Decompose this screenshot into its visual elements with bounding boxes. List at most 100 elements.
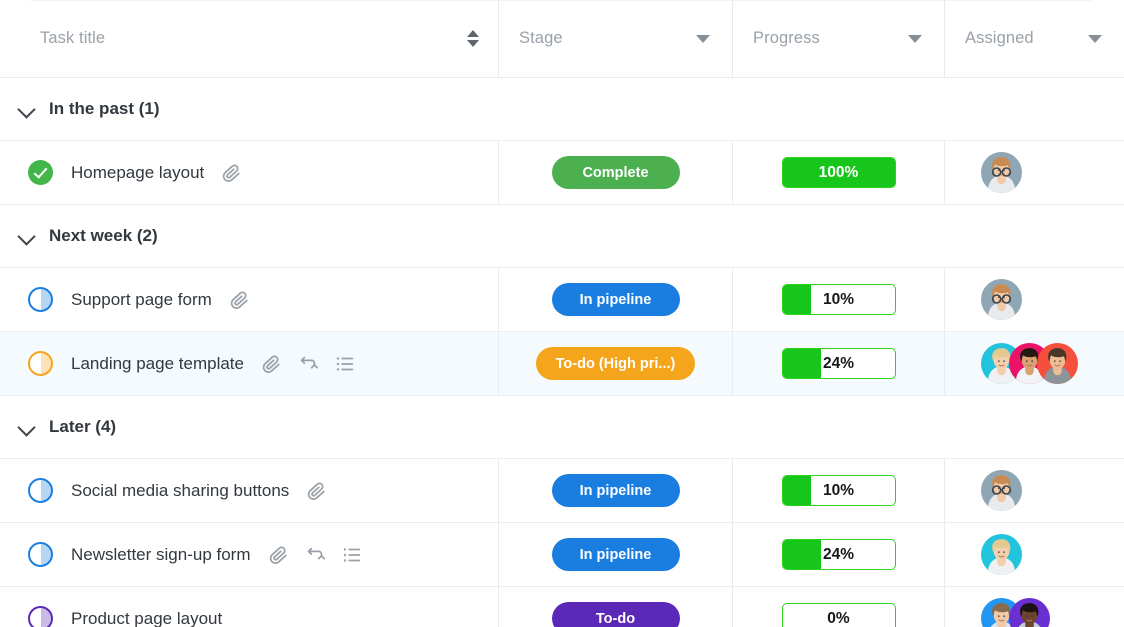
progress-value-label: 0% xyxy=(827,609,850,627)
stage-badge[interactable]: In pipeline xyxy=(551,538,680,571)
stage-cell: Complete xyxy=(498,141,732,204)
progress-cell: 10% xyxy=(732,268,944,331)
task-meta-icons xyxy=(220,162,242,184)
progress-cell: 24% xyxy=(732,523,944,586)
stage-badge[interactable]: In pipeline xyxy=(551,283,680,316)
table-body: In the past (1) Homepage layout Complete 10… xyxy=(0,78,1124,627)
task-title-label: Newsletter sign-up form xyxy=(71,544,251,564)
column-header-assigned[interactable]: Assigned xyxy=(944,0,1124,77)
chevron-down-icon[interactable] xyxy=(696,34,710,43)
progress-bar[interactable]: 100% xyxy=(781,157,896,188)
chevron-down-icon[interactable] xyxy=(12,222,40,250)
progress-bar[interactable]: 24% xyxy=(781,539,896,570)
attachment-icon[interactable] xyxy=(220,162,242,184)
attachment-icon[interactable] xyxy=(305,480,327,502)
repeat-icon[interactable] xyxy=(304,544,326,566)
task-title-label: Support page form xyxy=(71,289,212,309)
task-title-cell: Support page form xyxy=(0,268,498,331)
assigned-cell xyxy=(944,587,1124,627)
column-header-stage[interactable]: Stage xyxy=(498,0,732,77)
assigned-cell xyxy=(944,459,1124,522)
table-row[interactable]: Support page form In pipeline 10% xyxy=(0,268,1124,332)
task-status-icon[interactable] xyxy=(28,542,53,567)
progress-value-label: 10% xyxy=(822,290,855,308)
progress-cell: 10% xyxy=(732,459,944,522)
task-meta-icons xyxy=(267,544,363,566)
stage-badge[interactable]: In pipeline xyxy=(551,474,680,507)
progress-bar[interactable]: 24% xyxy=(781,348,896,379)
stage-badge[interactable]: To-do (High pri...) xyxy=(535,347,696,380)
assigned-cell xyxy=(944,332,1124,395)
group-header[interactable]: Next week (2) xyxy=(0,205,1124,268)
chevron-down-icon[interactable] xyxy=(12,413,40,441)
avatar[interactable] xyxy=(981,470,1022,511)
chevron-down-icon[interactable] xyxy=(908,34,922,43)
stage-cell: To-do (High pri...) xyxy=(498,332,732,395)
table-row[interactable]: Landing page template To-do (High pri...)… xyxy=(0,332,1124,396)
chevron-down-icon[interactable] xyxy=(12,95,40,123)
stage-badge[interactable]: Complete xyxy=(551,156,680,189)
progress-cell: 24% xyxy=(732,332,944,395)
progress-value-label: 24% xyxy=(822,545,855,563)
column-header-progress-label: Progress xyxy=(753,29,820,47)
progress-bar[interactable]: 10% xyxy=(781,475,896,506)
checklist-icon[interactable] xyxy=(341,544,363,566)
progress-value-label: 100% xyxy=(818,163,859,181)
avatar-group xyxy=(981,343,1078,384)
avatar-group xyxy=(981,534,1022,575)
table-row[interactable]: Product page layout To-do 0% xyxy=(0,587,1124,627)
column-header-task-title-label: Task title xyxy=(40,29,106,47)
stage-cell: In pipeline xyxy=(498,268,732,331)
task-status-icon[interactable] xyxy=(28,287,53,312)
attachment-icon[interactable] xyxy=(260,353,282,375)
task-status-icon[interactable] xyxy=(28,351,53,376)
table-row[interactable]: Homepage layout Complete 100% xyxy=(0,141,1124,205)
task-title-label: Social media sharing buttons xyxy=(71,480,290,500)
task-status-icon[interactable] xyxy=(28,478,53,503)
task-title-label: Homepage layout xyxy=(71,162,205,182)
task-title-cell: Product page layout xyxy=(0,587,498,627)
assigned-cell xyxy=(944,523,1124,586)
chevron-down-icon[interactable] xyxy=(1088,34,1102,43)
group-header-label: Later (4) xyxy=(49,417,117,436)
progress-bar[interactable]: 0% xyxy=(781,603,896,627)
task-status-icon[interactable] xyxy=(28,606,53,627)
column-header-progress[interactable]: Progress xyxy=(732,0,944,77)
sort-icon[interactable] xyxy=(466,29,480,49)
group-header[interactable]: Later (4) xyxy=(0,396,1124,459)
task-table: Task title Stage Progress Assigned In th… xyxy=(0,0,1124,627)
avatar-group xyxy=(981,470,1022,511)
attachment-icon[interactable] xyxy=(228,289,250,311)
progress-cell: 100% xyxy=(732,141,944,204)
task-status-icon[interactable] xyxy=(28,160,53,185)
column-header-task-title[interactable]: Task title xyxy=(0,0,498,77)
column-header-stage-label: Stage xyxy=(519,29,563,47)
group-header[interactable]: In the past (1) xyxy=(0,78,1124,141)
progress-value-label: 10% xyxy=(822,481,855,499)
task-meta-icons xyxy=(305,480,327,502)
group-header-label: In the past (1) xyxy=(49,99,160,118)
avatar-group xyxy=(981,279,1022,320)
stage-badge[interactable]: To-do xyxy=(551,602,680,627)
progress-bar[interactable]: 10% xyxy=(781,284,896,315)
avatar[interactable] xyxy=(1009,598,1050,627)
task-meta-icons xyxy=(260,353,356,375)
avatar[interactable] xyxy=(981,534,1022,575)
column-header-assigned-label: Assigned xyxy=(965,29,1034,47)
checklist-icon[interactable] xyxy=(334,353,356,375)
task-title-cell: Social media sharing buttons xyxy=(0,459,498,522)
repeat-icon[interactable] xyxy=(297,353,319,375)
attachment-icon[interactable] xyxy=(267,544,289,566)
table-row[interactable]: Newsletter sign-up form In pipeline 24% xyxy=(0,523,1124,587)
table-header-row: Task title Stage Progress Assigned xyxy=(0,0,1124,78)
avatar[interactable] xyxy=(981,279,1022,320)
avatar[interactable] xyxy=(1037,343,1078,384)
avatar-group xyxy=(981,598,1050,627)
assigned-cell xyxy=(944,268,1124,331)
task-title-cell: Newsletter sign-up form xyxy=(0,523,498,586)
stage-cell: In pipeline xyxy=(498,459,732,522)
stage-cell: In pipeline xyxy=(498,523,732,586)
table-row[interactable]: Social media sharing buttons In pipeline 1… xyxy=(0,459,1124,523)
avatar[interactable] xyxy=(981,152,1022,193)
assigned-cell xyxy=(944,141,1124,204)
